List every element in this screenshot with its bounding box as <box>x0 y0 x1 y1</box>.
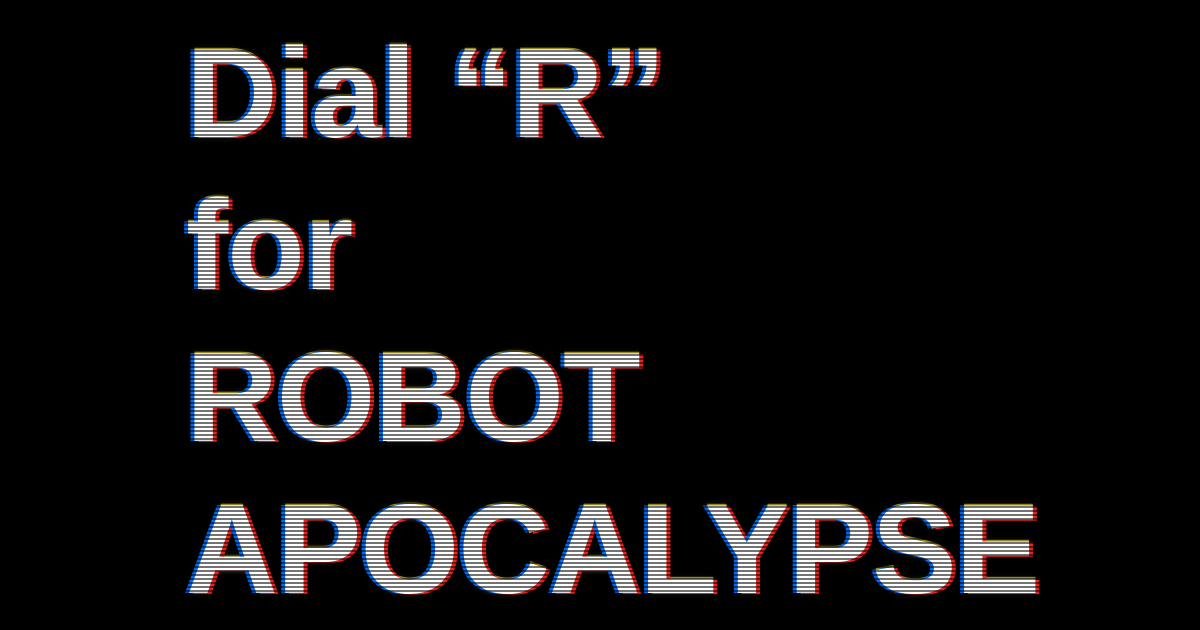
title-line-4: APOCALYPSE <box>186 478 1040 620</box>
title-line-2: for <box>186 174 353 316</box>
title-line-3: ROBOT <box>186 326 641 468</box>
title-text: Dial “R” for ROBOT APOCALYPSE <box>186 17 1040 625</box>
title-card: Dial “R” for ROBOT APOCALYPSE <box>0 0 1200 630</box>
title-line-1: Dial “R” <box>186 22 666 164</box>
